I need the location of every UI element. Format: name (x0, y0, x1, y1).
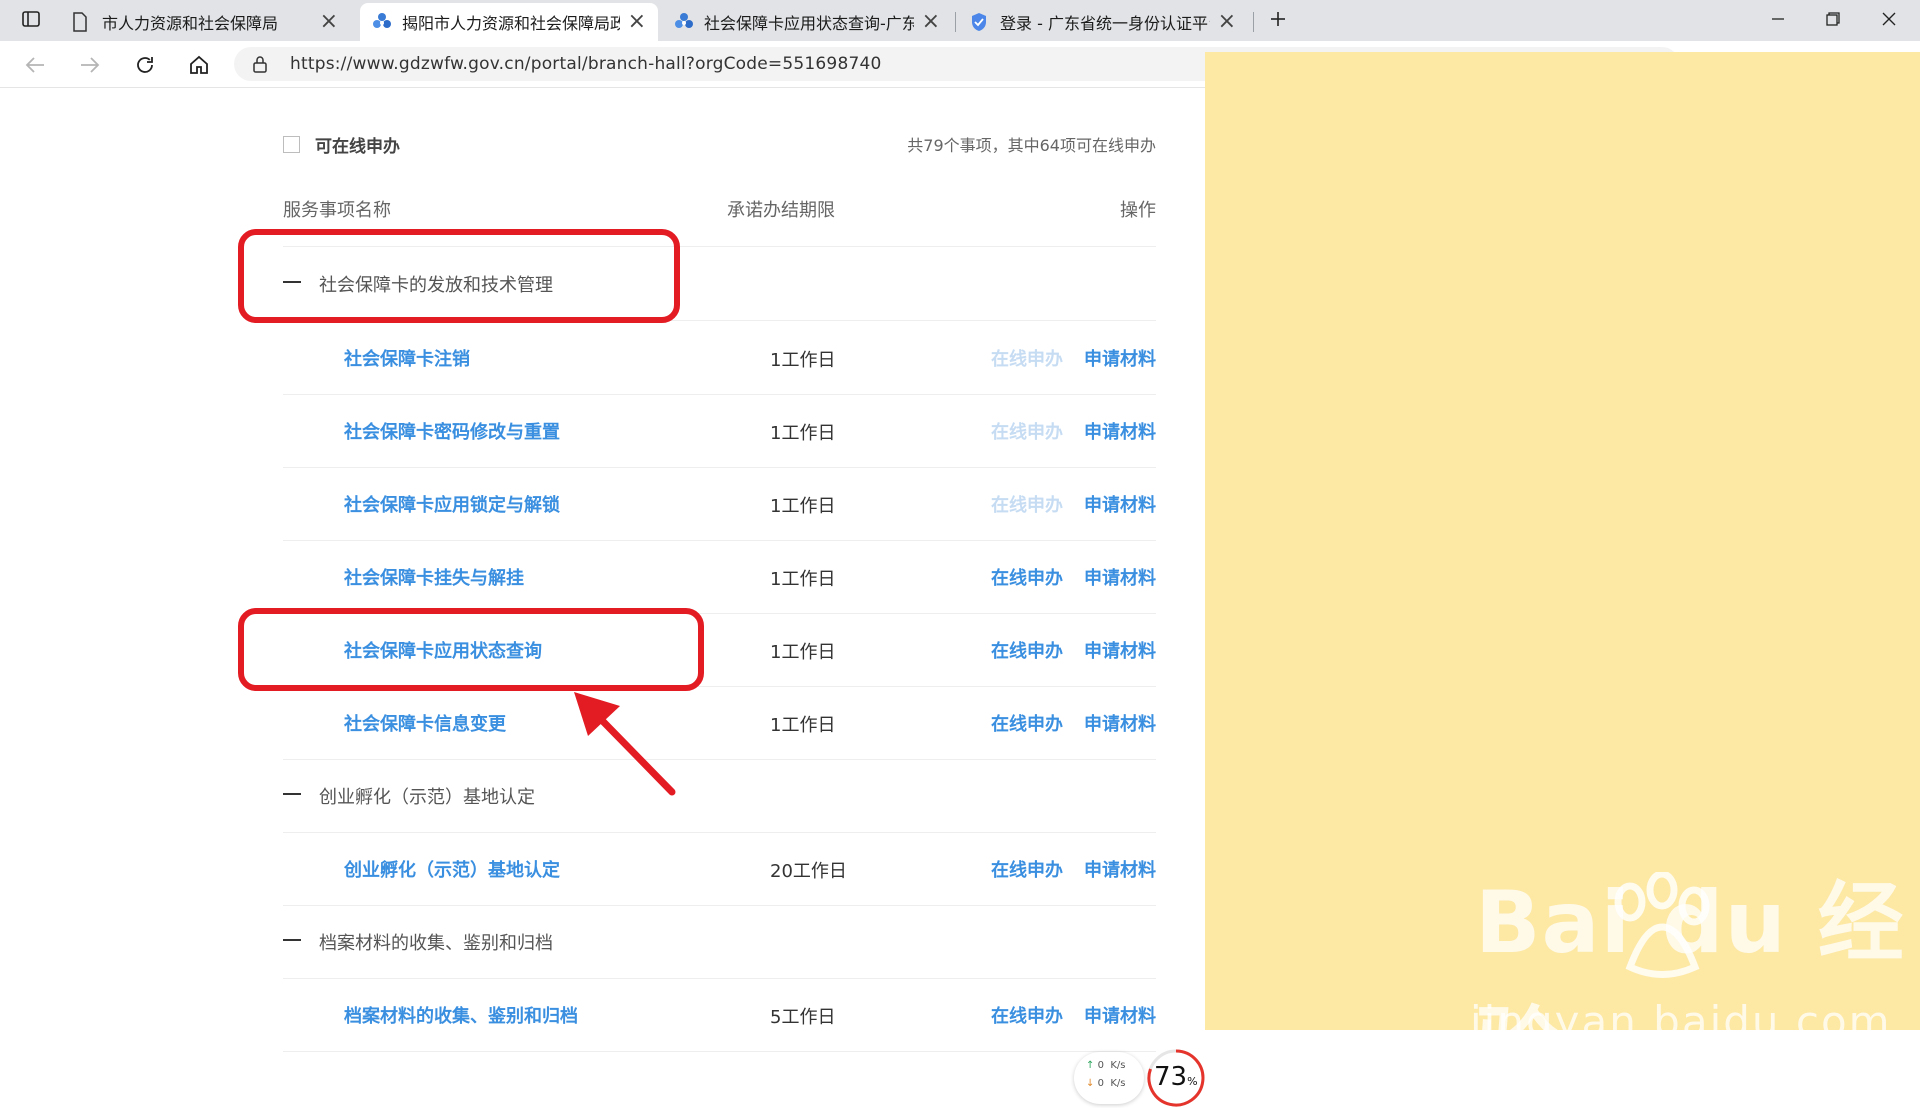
table-row: 档案材料的收集、鉴别和归档 5工作日 在线申办 申请材料 (283, 978, 1156, 1052)
tab-title: 社会保障卡应用状态查询-广东政 (704, 14, 914, 33)
upload-speed: ↑ 0 K/s (1086, 1060, 1126, 1071)
annotation-arrow-icon (574, 692, 676, 796)
deadline-cell: 1工作日 (770, 350, 836, 371)
watermark-logo: Bai du 经验 (1475, 873, 1905, 1098)
tab-4[interactable]: 登录 - 广东省统一身份认证平台 × (958, 3, 1248, 41)
materials-link[interactable]: 申请材料 (1084, 637, 1156, 663)
apply-online-link: 在线申办 (991, 349, 1063, 370)
apply-online-link: 在线申办 (991, 422, 1063, 443)
apply-online-link[interactable]: 在线申办 (991, 710, 1063, 736)
table-row: 社会保障卡信息变更 1工作日 在线申办 申请材料 (283, 686, 1156, 760)
item-count-summary: 共79个事项，其中64项可在线申办 (907, 136, 1156, 155)
tab-title: 揭阳市人力资源和社会保障局政务 (402, 14, 620, 33)
net-speed-pill: ↑ 0 K/s ↓ 0 K/s (1074, 1052, 1144, 1104)
materials-link[interactable]: 申请材料 (1084, 856, 1156, 882)
deadline-cell: 1工作日 (770, 642, 836, 663)
table-row: 创业孵化（示范）基地认定 20工作日 在线申办 申请材料 (283, 832, 1156, 906)
online-filter-label[interactable]: 可在线申办 (315, 132, 400, 157)
table-row: 社会保障卡应用锁定与解锁 1工作日 在线申办 申请材料 (283, 467, 1156, 541)
collapse-icon[interactable] (283, 793, 301, 795)
service-item-link[interactable]: 社会保障卡注销 (344, 345, 470, 371)
side-panel: Bai du 经验 jingyan.baidu.com (1205, 52, 1920, 1098)
page-icon (72, 12, 92, 32)
memory-percent: 73% (1154, 1062, 1198, 1092)
collapse-icon[interactable] (283, 939, 301, 941)
page-content: 可在线申办 共79个事项，其中64项可在线申办 服务事项名称 承诺办结期限 操作… (0, 88, 1205, 1107)
watermark-url: jingyan.baidu.com (1470, 997, 1892, 1046)
close-icon[interactable]: × (320, 11, 338, 33)
back-button[interactable] (18, 49, 52, 81)
new-tab-button[interactable] (1255, 4, 1301, 34)
group-row[interactable]: 档案材料的收集、鉴别和归档 (283, 905, 1156, 979)
service-item-link[interactable]: 社会保障卡信息变更 (344, 710, 506, 736)
group-row[interactable]: 创业孵化（示范）基地认定 (283, 759, 1156, 833)
table-row: 社会保障卡注销 1工作日 在线申办 申请材料 (283, 321, 1156, 395)
annotation-box-group (238, 229, 680, 323)
deadline-cell: 1工作日 (770, 423, 836, 444)
apply-online-link[interactable]: 在线申办 (991, 1002, 1063, 1028)
refresh-button[interactable] (128, 49, 162, 81)
group-name: 档案材料的收集、鉴别和归档 (319, 933, 553, 954)
materials-link[interactable]: 申请材料 (1084, 345, 1156, 371)
restore-button[interactable] (1810, 4, 1856, 34)
tab-2-active[interactable]: 揭阳市人力资源和社会保障局政务 × (360, 3, 658, 41)
gov-flower-icon (674, 12, 694, 32)
materials-link[interactable]: 申请材料 (1084, 1002, 1156, 1028)
minimize-button[interactable] (1755, 4, 1801, 34)
net-speed-widget[interactable]: ↑ 0 K/s ↓ 0 K/s 73% (1074, 1048, 1206, 1108)
tab-title: 市人力资源和社会保障局 (102, 14, 279, 33)
lock-icon[interactable] (252, 55, 268, 77)
materials-link[interactable]: 申请材料 (1084, 710, 1156, 736)
close-icon[interactable]: × (922, 11, 940, 33)
deadline-cell: 5工作日 (770, 1007, 836, 1028)
home-button[interactable] (182, 49, 216, 81)
close-icon[interactable]: × (1218, 11, 1236, 33)
service-item-link[interactable]: 档案材料的收集、鉴别和归档 (344, 1002, 578, 1028)
header-action: 操作 (1120, 200, 1156, 221)
gov-flower-icon (372, 12, 392, 32)
download-speed: ↓ 0 K/s (1086, 1078, 1126, 1089)
materials-link[interactable]: 申请材料 (1084, 418, 1156, 444)
deadline-cell: 1工作日 (770, 715, 836, 736)
service-item-link[interactable]: 社会保障卡挂失与解挂 (344, 564, 524, 590)
header-service-name: 服务事项名称 (283, 200, 391, 221)
deadline-cell: 20工作日 (770, 861, 847, 882)
materials-link[interactable]: 申请材料 (1084, 564, 1156, 590)
table-row: 社会保障卡挂失与解挂 1工作日 在线申办 申请材料 (283, 540, 1156, 614)
apply-online-link[interactable]: 在线申办 (991, 637, 1063, 663)
filter-row: 可在线申办 共79个事项，其中64项可在线申办 (283, 130, 1156, 160)
tab-divider (1253, 12, 1254, 32)
close-window-button[interactable] (1866, 4, 1912, 34)
online-filter-checkbox[interactable] (283, 136, 300, 153)
shield-icon (970, 12, 990, 32)
annotation-box-item (238, 608, 704, 691)
close-icon[interactable]: × (628, 11, 646, 33)
tab-title: 登录 - 广东省统一身份认证平台 (1000, 14, 1210, 33)
table-row: 社会保障卡密码修改与重置 1工作日 在线申办 申请材料 (283, 394, 1156, 468)
header-deadline: 承诺办结期限 (727, 200, 835, 221)
apply-online-link: 在线申办 (991, 495, 1063, 516)
service-item-link[interactable]: 社会保障卡密码修改与重置 (344, 418, 560, 444)
tab-actions-icon[interactable] (8, 4, 54, 34)
service-item-link[interactable]: 社会保障卡应用锁定与解锁 (344, 491, 560, 517)
forward-button[interactable] (73, 49, 107, 81)
service-item-link[interactable]: 创业孵化（示范）基地认定 (344, 856, 560, 882)
browser-tab-bar: 市人力资源和社会保障局 × 揭阳市人力资源和社会保障局政务 × 社会保障卡应用状… (0, 0, 1920, 41)
tab-divider (955, 12, 956, 32)
url-text: https://www.gdzwfw.gov.cn/portal/branch-… (290, 54, 882, 74)
materials-link[interactable]: 申请材料 (1084, 491, 1156, 517)
group-name: 创业孵化（示范）基地认定 (319, 787, 535, 808)
tab-1[interactable]: 市人力资源和社会保障局 × (60, 3, 350, 41)
deadline-cell: 1工作日 (770, 496, 836, 517)
deadline-cell: 1工作日 (770, 569, 836, 590)
apply-online-link[interactable]: 在线申办 (991, 856, 1063, 882)
tab-3[interactable]: 社会保障卡应用状态查询-广东政 × (662, 3, 952, 41)
apply-online-link[interactable]: 在线申办 (991, 564, 1063, 590)
